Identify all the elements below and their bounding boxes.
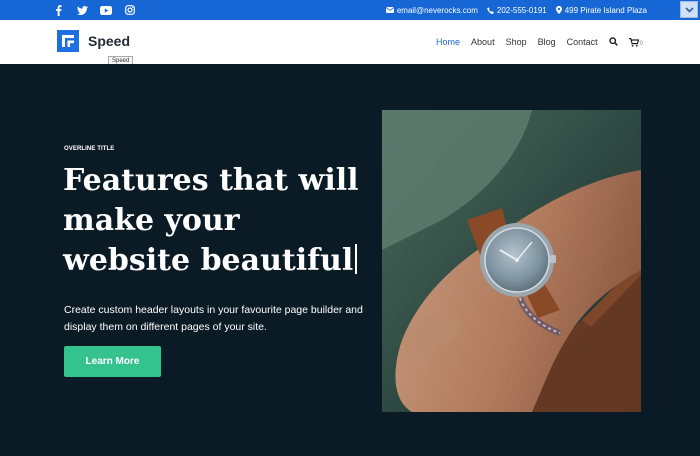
cart-button[interactable]: 0: [628, 37, 643, 47]
site-header: Speed Speed Home About Shop Blog Contact…: [0, 20, 700, 66]
scroll-down-button[interactable]: [680, 1, 698, 18]
instagram-icon[interactable]: [124, 4, 136, 16]
youtube-icon[interactable]: [100, 4, 112, 16]
map-pin-icon: [555, 6, 562, 14]
learn-more-button[interactable]: Learn More: [64, 346, 161, 377]
email-text: email@neverocks.com: [396, 5, 478, 15]
twitter-icon[interactable]: [76, 4, 88, 16]
email-item[interactable]: email@neverocks.com: [385, 5, 478, 15]
nav-blog[interactable]: Blog: [538, 37, 556, 47]
cart-icon: [628, 37, 639, 47]
phone-item[interactable]: 202-555-0191: [487, 6, 547, 15]
contact-info: email@neverocks.com 202-555-0191 499 Pir…: [385, 0, 647, 20]
main-nav: Home About Shop Blog Contact 0: [436, 20, 643, 64]
phone-text: 202-555-0191: [496, 5, 547, 15]
envelope-icon: [385, 7, 394, 13]
nav-shop[interactable]: Shop: [506, 37, 527, 47]
site-brand[interactable]: Speed: [88, 33, 130, 49]
overline-title: OVERLINE TITLE: [64, 146, 115, 152]
phone-icon: [487, 6, 494, 14]
nav-contact[interactable]: Contact: [567, 37, 598, 47]
logo-icon[interactable]: [57, 30, 79, 52]
nav-home[interactable]: Home: [436, 37, 460, 47]
search-icon[interactable]: [608, 36, 618, 48]
social-links: [52, 0, 136, 20]
hero-image: [382, 110, 641, 412]
address-item[interactable]: 499 Pirate Island Plaza: [555, 5, 647, 15]
hero-headline: Features that will make your website bea…: [63, 161, 373, 281]
hero-headline-text: Features that will make your website bea…: [63, 163, 359, 278]
hero-section: OVERLINE TITLE Features that will make y…: [0, 64, 700, 456]
nav-about[interactable]: About: [471, 37, 495, 47]
facebook-icon[interactable]: [52, 4, 64, 16]
top-bar: email@neverocks.com 202-555-0191 499 Pir…: [0, 0, 700, 20]
chevron-down-icon: [684, 6, 694, 13]
hero-description: Create custom header layouts in your fav…: [64, 304, 363, 333]
cart-count: 0: [639, 40, 643, 47]
text-cursor: [355, 244, 358, 274]
address-text: 499 Pirate Island Plaza: [564, 5, 647, 15]
